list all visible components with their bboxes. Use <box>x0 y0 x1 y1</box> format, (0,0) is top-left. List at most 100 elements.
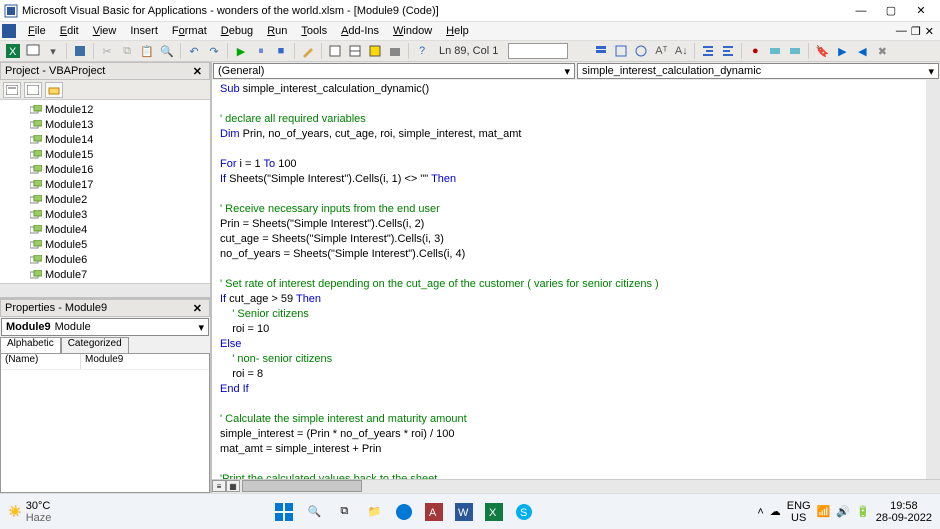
full-module-view-button[interactable]: ▦ <box>226 480 240 492</box>
breakpoint-icon[interactable]: ● <box>746 42 764 60</box>
undo-icon[interactable]: ↶ <box>185 42 203 60</box>
parameter-info-icon[interactable]: Aᵀ <box>652 42 670 60</box>
menu-debug[interactable]: Debug <box>215 25 259 37</box>
help-icon[interactable]: ? <box>413 42 431 60</box>
file-explorer-icon[interactable]: 📁 <box>361 499 387 525</box>
skype-icon[interactable]: S <box>511 499 537 525</box>
tray-chevron-icon[interactable]: ˄ <box>757 506 763 518</box>
tree-node-module12[interactable]: Module12 <box>0 102 210 117</box>
tab-categorized[interactable]: Categorized <box>61 337 129 353</box>
tree-node-module3[interactable]: Module3 <box>0 207 210 222</box>
tree-node-module14[interactable]: Module14 <box>0 132 210 147</box>
access-icon[interactable]: A <box>421 499 447 525</box>
mdi-close-button[interactable]: ✕ <box>925 25 934 38</box>
tree-node-module17[interactable]: Module17 <box>0 177 210 192</box>
menu-file[interactable]: File <box>22 25 52 37</box>
toggle-folders-button[interactable] <box>45 82 63 98</box>
view-code-button[interactable] <box>3 82 21 98</box>
next-bookmark-icon[interactable]: ▶ <box>833 42 851 60</box>
tab-alphabetic[interactable]: Alphabetic <box>0 337 61 353</box>
tray-battery-icon[interactable]: 🔋 <box>856 505 870 518</box>
excel-icon[interactable]: X <box>481 499 507 525</box>
tree-node-module16[interactable]: Module16 <box>0 162 210 177</box>
menu-window[interactable]: Window <box>387 25 438 37</box>
outdent-icon[interactable] <box>719 42 737 60</box>
property-value[interactable]: Module9 <box>81 354 209 369</box>
tree-node-module4[interactable]: Module4 <box>0 222 210 237</box>
paste-icon[interactable]: 📋 <box>138 42 156 60</box>
object-combo[interactable]: (General)▾ <box>213 63 575 79</box>
prev-bookmark-icon[interactable]: ◀ <box>853 42 871 60</box>
start-button[interactable] <box>271 499 297 525</box>
insert-userform-icon[interactable] <box>24 42 42 60</box>
complete-word-icon[interactable]: A↓ <box>672 42 690 60</box>
weather-widget[interactable]: ☀️ 30°C Haze <box>8 500 51 524</box>
project-tree[interactable]: Module12Module13Module14Module15Module16… <box>0 100 210 283</box>
menu-addins[interactable]: Add-Ins <box>335 25 385 37</box>
tree-node-module5[interactable]: Module5 <box>0 237 210 252</box>
menu-insert[interactable]: Insert <box>124 25 164 37</box>
zoom-combo[interactable] <box>508 43 568 59</box>
tray-volume-icon[interactable]: 🔊 <box>836 505 850 518</box>
dropdown-icon[interactable]: ▾ <box>44 42 62 60</box>
view-object-button[interactable] <box>24 82 42 98</box>
comment-block-icon[interactable] <box>766 42 784 60</box>
menu-edit[interactable]: Edit <box>54 25 85 37</box>
code-horizontal-scrollbar[interactable]: ≡ ▦ <box>212 479 940 493</box>
tree-node-module2[interactable]: Module2 <box>0 192 210 207</box>
tree-node-module7[interactable]: Module7 <box>0 267 210 282</box>
tree-node-module15[interactable]: Module15 <box>0 147 210 162</box>
word-icon[interactable]: W <box>451 499 477 525</box>
task-view-button[interactable]: ⧉ <box>331 499 357 525</box>
run-icon[interactable]: ▶ <box>232 42 250 60</box>
reset-icon[interactable]: ■ <box>272 42 290 60</box>
menu-help[interactable]: Help <box>440 25 475 37</box>
cut-icon[interactable]: ✂ <box>98 42 116 60</box>
redo-icon[interactable]: ↷ <box>205 42 223 60</box>
menu-tools[interactable]: Tools <box>295 25 333 37</box>
tray-wifi-icon[interactable]: 📶 <box>817 505 831 518</box>
menu-view[interactable]: View <box>87 25 123 37</box>
tray-onedrive-icon[interactable]: ☁ <box>770 505 781 518</box>
quick-info-icon[interactable] <box>632 42 650 60</box>
minimize-button[interactable]: — <box>846 1 876 21</box>
list-constants-icon[interactable] <box>612 42 630 60</box>
close-button[interactable]: ✕ <box>906 1 936 21</box>
procedure-combo[interactable]: simple_interest_calculation_dynamic▾ <box>577 63 939 79</box>
clear-bookmarks-icon[interactable]: ✖ <box>873 42 891 60</box>
properties-icon[interactable] <box>346 42 364 60</box>
break-icon[interactable]: ⏸ <box>252 42 270 60</box>
list-properties-icon[interactable] <box>592 42 610 60</box>
view-excel-icon[interactable]: X <box>4 42 22 60</box>
project-panel-close-button[interactable]: ✕ <box>190 65 205 78</box>
copy-icon[interactable]: ⧉ <box>118 42 136 60</box>
mdi-minimize-button[interactable]: — <box>896 25 907 38</box>
language-indicator[interactable]: ENGUS <box>787 500 811 524</box>
clock[interactable]: 19:5828-09-2022 <box>876 500 932 524</box>
project-tree-scrollbar[interactable] <box>0 283 210 297</box>
uncomment-block-icon[interactable] <box>786 42 804 60</box>
procedure-view-button[interactable]: ≡ <box>212 480 226 492</box>
search-button[interactable]: 🔍 <box>301 499 327 525</box>
edge-icon[interactable] <box>391 499 417 525</box>
object-browser-icon[interactable] <box>366 42 384 60</box>
tree-node-module13[interactable]: Module13 <box>0 117 210 132</box>
menu-run[interactable]: Run <box>261 25 293 37</box>
toolbox-icon[interactable] <box>386 42 404 60</box>
tree-node-module6[interactable]: Module6 <box>0 252 210 267</box>
indent-icon[interactable] <box>699 42 717 60</box>
maximize-button[interactable]: ▢ <box>876 1 906 21</box>
scrollbar-thumb[interactable] <box>242 480 362 492</box>
menu-format[interactable]: Format <box>166 25 213 37</box>
properties-panel-close-button[interactable]: ✕ <box>190 302 205 315</box>
bookmark-icon[interactable]: 🔖 <box>813 42 831 60</box>
find-icon[interactable]: 🔍 <box>158 42 176 60</box>
code-editor[interactable]: Sub simple_interest_calculation_dynamic(… <box>212 80 940 479</box>
save-icon[interactable] <box>71 42 89 60</box>
project-explorer-icon[interactable] <box>326 42 344 60</box>
properties-object-combo[interactable]: Module9Module▾ <box>1 318 209 336</box>
design-mode-icon[interactable] <box>299 42 317 60</box>
code-vertical-scrollbar[interactable] <box>926 80 940 479</box>
mdi-restore-button[interactable]: ❐ <box>911 25 921 38</box>
properties-grid[interactable]: (Name) Module9 <box>0 353 210 493</box>
